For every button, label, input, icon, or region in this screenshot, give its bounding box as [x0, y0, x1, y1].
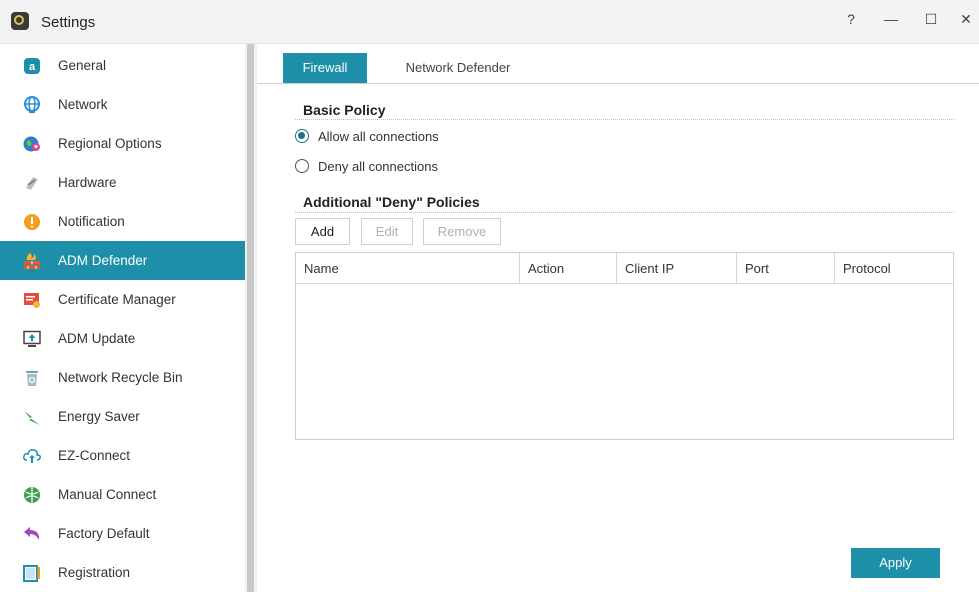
sidebar-item-label: General [58, 58, 107, 73]
sidebar-item-label: Manual Connect [58, 487, 157, 502]
sidebar-scrollbar-thumb[interactable] [247, 44, 254, 592]
deny-policies-title: Additional "Deny" Policies [303, 194, 480, 210]
svg-text:a: a [29, 61, 36, 73]
alert-icon [24, 214, 40, 230]
sidebar-item-label: EZ-Connect [58, 448, 131, 463]
edit-button[interactable]: Edit [361, 218, 413, 245]
update-icon [23, 330, 41, 347]
deny-all-label: Deny all connections [318, 158, 438, 174]
sidebar-item-ez-connect[interactable]: EZ-Connect [0, 436, 245, 475]
basic-policy-title: Basic Policy [303, 102, 386, 118]
sidebar-item-network[interactable]: Network [0, 85, 245, 124]
general-icon: a [24, 58, 40, 74]
deny-policies-divider [295, 212, 954, 213]
help-button[interactable]: ? [836, 8, 866, 30]
manual-connect-icon [24, 487, 40, 503]
certificate-icon [24, 293, 40, 308]
sidebar-item-label: Notification [58, 214, 125, 229]
sidebar-item-label: ADM Update [58, 331, 136, 346]
column-header-client-ip[interactable]: Client IP [617, 253, 737, 284]
sidebar-item-regional-options[interactable]: Regional Options [0, 124, 245, 163]
undo-arrow-icon [24, 527, 39, 540]
sidebar-item-factory-default[interactable]: Factory Default [0, 514, 245, 553]
sidebar-item-label: Factory Default [58, 526, 150, 541]
column-header-port[interactable]: Port [737, 253, 835, 284]
hardware-icon [26, 177, 38, 190]
recycle-bin-icon [26, 371, 38, 386]
sidebar-item-network-recycle-bin[interactable]: Network Recycle Bin [0, 358, 245, 397]
settings-app-icon [11, 12, 29, 30]
firewall-icon [24, 253, 40, 269]
sidebar-item-label: Energy Saver [58, 409, 140, 424]
column-header-action[interactable]: Action [520, 253, 617, 284]
sidebar: a General Network Regional Options Hardw… [0, 44, 245, 592]
sidebar-item-general[interactable]: a General [0, 46, 245, 85]
tab-firewall[interactable]: Firewall [283, 53, 367, 83]
tab-network-defender[interactable]: Network Defender [387, 53, 529, 83]
sidebar-item-label: Network [58, 97, 108, 112]
allow-all-option[interactable]: Allow all connections [295, 127, 439, 145]
sidebar-item-manual-connect[interactable]: Manual Connect [0, 475, 245, 514]
sidebar-scrollbar[interactable] [245, 44, 257, 592]
allow-all-label: Allow all connections [318, 128, 439, 144]
registration-icon [23, 565, 40, 582]
sidebar-item-label: Registration [58, 565, 131, 580]
cloud-upload-icon [23, 449, 41, 463]
sidebar-item-hardware[interactable]: Hardware [0, 163, 245, 202]
main-panel: Firewall Network Defender Basic Policy A… [257, 44, 979, 592]
sidebar-item-certificate-manager[interactable]: Certificate Manager [0, 280, 245, 319]
deny-policies-table[interactable]: Name Action Client IP Port Protocol [295, 252, 954, 440]
sidebar-item-label: Certificate Manager [58, 292, 176, 307]
window-title: Settings [41, 14, 96, 31]
table-header: Name Action Client IP Port Protocol [296, 253, 953, 284]
regional-globe-icon [23, 136, 40, 152]
sidebar-item-adm-update[interactable]: ADM Update [0, 319, 245, 358]
basic-policy-divider [295, 119, 954, 120]
deny-all-option[interactable]: Deny all connections [295, 157, 438, 175]
sidebar-item-notification[interactable]: Notification [0, 202, 245, 241]
title-bar: Settings ? — ☐ ✕ [0, 0, 979, 44]
column-header-protocol[interactable]: Protocol [835, 253, 953, 284]
minimize-button[interactable]: — [876, 8, 906, 30]
energy-icon [24, 411, 40, 425]
maximize-button[interactable]: ☐ [916, 8, 946, 30]
allow-all-radio[interactable] [295, 129, 309, 143]
add-button[interactable]: Add [295, 218, 350, 245]
sidebar-item-label: Regional Options [58, 136, 162, 151]
apply-button[interactable]: Apply [851, 548, 940, 578]
sidebar-item-registration[interactable]: Registration [0, 553, 245, 592]
sidebar-item-label: ADM Defender [58, 253, 148, 268]
sidebar-item-energy-saver[interactable]: Energy Saver [0, 397, 245, 436]
deny-all-radio[interactable] [295, 159, 309, 173]
globe-icon [24, 96, 40, 113]
sidebar-item-label: Hardware [58, 175, 117, 190]
column-header-name[interactable]: Name [296, 253, 520, 284]
sidebar-item-adm-defender[interactable]: ADM Defender [0, 241, 245, 280]
close-button[interactable]: ✕ [951, 8, 979, 30]
sidebar-item-label: Network Recycle Bin [58, 370, 183, 385]
remove-button[interactable]: Remove [423, 218, 501, 245]
tab-divider [257, 83, 979, 84]
